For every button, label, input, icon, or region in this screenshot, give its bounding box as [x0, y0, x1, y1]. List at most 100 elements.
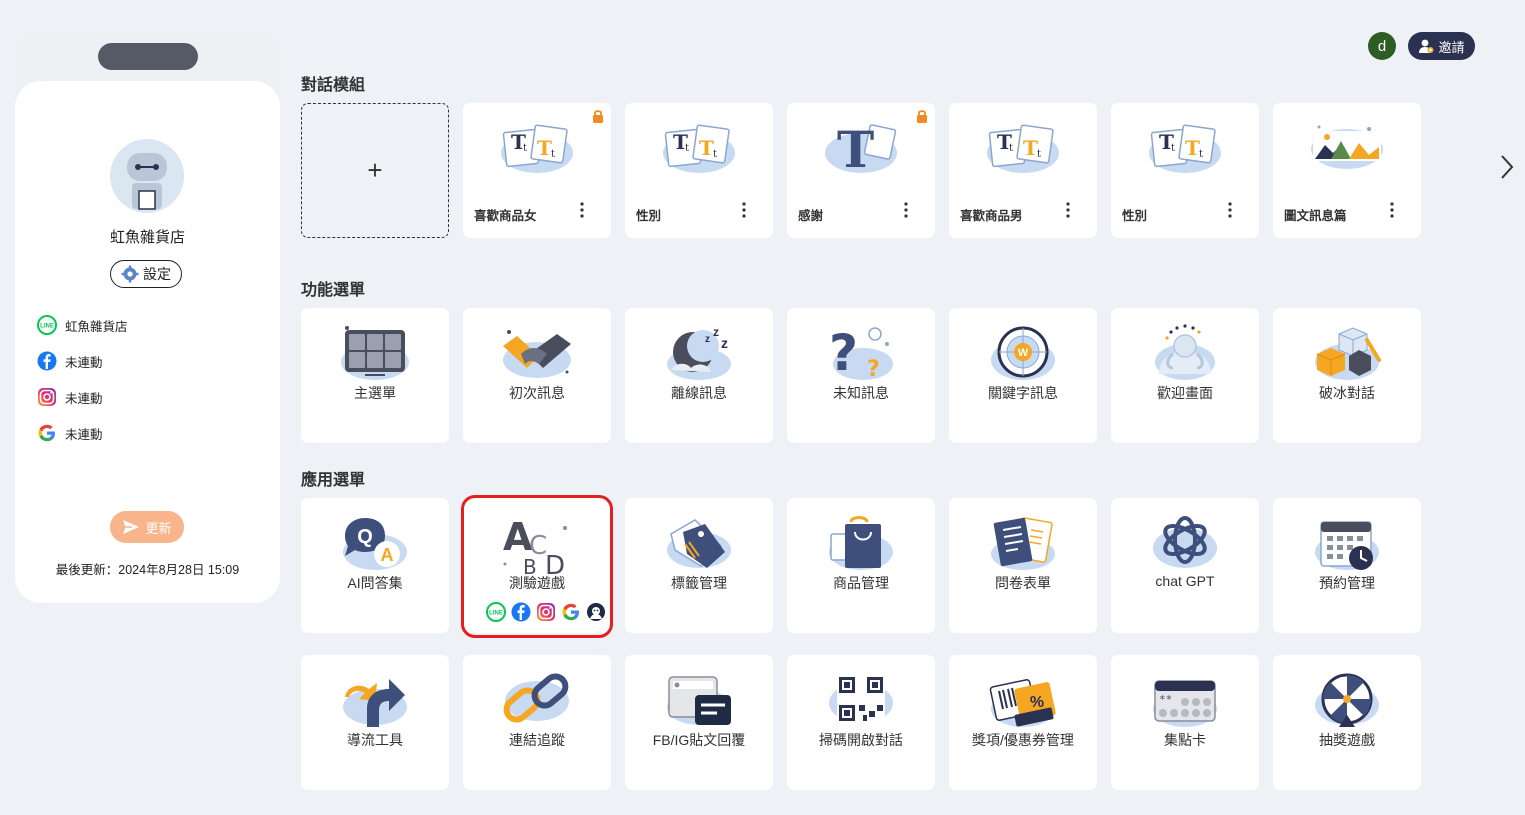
template-label: 感謝	[798, 209, 824, 223]
settings-button[interactable]: 設定	[110, 260, 182, 288]
app-label: AI問答集	[347, 575, 403, 591]
section-title-templates: 對話模組	[301, 77, 366, 94]
shopping-bag-icon	[829, 516, 893, 570]
svg-text:T: T	[837, 120, 874, 177]
more-options-button[interactable]	[735, 199, 753, 221]
svg-text:T: T	[1185, 136, 1200, 160]
svg-text:t: t	[713, 149, 717, 160]
app-label: 測驗遊戲	[509, 575, 565, 591]
function-label: 初次訊息	[509, 385, 565, 401]
svg-text:t: t	[685, 143, 689, 154]
app-label: 標籤管理	[671, 575, 727, 591]
facebook-icon	[37, 351, 57, 371]
svg-text:?: ?	[867, 357, 880, 382]
svg-text:B: B	[523, 555, 537, 574]
function-label: 歡迎畫面	[1157, 385, 1213, 401]
app-card-redirect-tool[interactable]: 導流工具	[301, 655, 449, 790]
app-card-link-tracking[interactable]: 連結追蹤	[463, 655, 611, 790]
app-card-post-reply[interactable]: FB/IG貼文回覆	[625, 655, 773, 790]
more-options-button[interactable]	[897, 199, 915, 221]
svg-text:T: T	[537, 136, 552, 160]
more-options-button[interactable]	[1221, 199, 1239, 221]
keyword-target-icon: W	[991, 326, 1055, 380]
invite-button[interactable]: 邀請	[1408, 32, 1475, 60]
template-card[interactable]: T T t t 喜歡商品男	[949, 103, 1097, 238]
channel-google: 未連動	[37, 423, 103, 443]
chain-link-icon	[503, 673, 569, 723]
gear-icon	[121, 265, 139, 283]
function-card-offline[interactable]: z z z 離線訊息	[625, 308, 773, 443]
abcd-quiz-icon: A C B D	[503, 515, 567, 574]
svg-text:z: z	[721, 335, 728, 351]
app-card-coupon[interactable]: % 獎項/優惠券管理	[949, 655, 1097, 790]
app-label: 問卷表單	[995, 575, 1051, 591]
template-card[interactable]: 圖文訊息篇	[1273, 103, 1421, 238]
point-card-icon: **	[1153, 680, 1217, 727]
text-template-icon: T T t t	[1149, 124, 1221, 173]
moon-sleep-icon: z z z	[667, 325, 731, 380]
template-card[interactable]: T T t t 性別	[1111, 103, 1259, 238]
channel-label: 未連動	[65, 391, 103, 406]
lock-icon	[917, 110, 927, 123]
function-card-main-menu[interactable]: 主選單	[301, 308, 449, 443]
instagram-icon	[537, 603, 555, 621]
text-template-icon: T T t t	[501, 124, 573, 173]
add-user-icon	[1419, 39, 1434, 53]
app-card-lottery-game[interactable]: 抽獎遊戲	[1273, 655, 1421, 790]
app-card-survey-form[interactable]: 問卷表單	[949, 498, 1097, 633]
function-card-icebreaker[interactable]: 破冰對話	[1273, 308, 1421, 443]
function-label: 離線訊息	[671, 385, 727, 401]
app-card-reservation[interactable]: 預約管理	[1273, 498, 1421, 633]
app-card-point-card[interactable]: ** 集點卡	[1111, 655, 1259, 790]
calendar-clock-icon	[1315, 521, 1379, 570]
bot-avatar	[110, 139, 184, 213]
app-card-ai-qa[interactable]: Q A AI問答集	[301, 498, 449, 633]
function-label: 未知訊息	[833, 385, 889, 401]
qr-code-icon	[829, 675, 893, 723]
more-options-button[interactable]	[573, 199, 591, 221]
prize-wheel-icon	[1315, 673, 1379, 727]
template-card[interactable]: T 感謝	[787, 103, 935, 238]
svg-text:T: T	[699, 136, 714, 160]
app-label: 導流工具	[347, 732, 403, 748]
app-card-chat-gpt[interactable]: chat GPT	[1111, 498, 1259, 633]
google-icon	[562, 603, 579, 621]
app-card-tag-management[interactable]: 標籤管理	[625, 498, 773, 633]
qa-bubble-icon: Q A	[343, 518, 407, 570]
app-card-product-management[interactable]: 商品管理	[787, 498, 935, 633]
template-card[interactable]: T T t t 性別	[625, 103, 773, 238]
add-template-button[interactable]: +	[301, 103, 449, 238]
function-card-first-message[interactable]: 初次訊息	[463, 308, 611, 443]
function-label: 關鍵字訊息	[988, 385, 1058, 401]
more-options-button[interactable]	[1059, 199, 1077, 221]
channel-label: 未連動	[65, 427, 103, 442]
robot-icon	[127, 153, 167, 210]
user-avatar[interactable]: d	[1368, 32, 1396, 60]
svg-text:W: W	[1018, 347, 1029, 359]
app-card-quiz-game[interactable]: A C B D 測驗遊戲 LINE	[463, 498, 611, 633]
settings-label: 設定	[143, 266, 171, 282]
template-label: 性別	[636, 209, 662, 223]
svg-text:t: t	[523, 143, 527, 154]
update-button[interactable]: 更新	[110, 511, 184, 543]
channel-line: LINE 虹魚雜貨店	[37, 315, 128, 335]
function-label: 主選單	[354, 385, 396, 401]
more-vertical-icon	[580, 202, 584, 218]
template-label: 喜歡商品男	[960, 209, 1023, 223]
template-label: 圖文訊息篇	[1284, 209, 1347, 223]
post-reply-icon	[667, 676, 731, 725]
question-mark-icon: ? ?	[829, 324, 893, 382]
template-card[interactable]: T T t t 喜歡商品女	[463, 103, 611, 238]
template-label: 性別	[1122, 209, 1148, 223]
function-card-keyword[interactable]: W 關鍵字訊息	[949, 308, 1097, 443]
app-card-qr-scan[interactable]: 掃碼開啟對話	[787, 655, 935, 790]
function-card-welcome[interactable]: 歡迎畫面	[1111, 308, 1259, 443]
function-card-unknown[interactable]: ? ? 未知訊息	[787, 308, 935, 443]
svg-text:Q: Q	[357, 526, 373, 548]
update-label: 更新	[145, 520, 172, 536]
app-label: 預約管理	[1319, 575, 1375, 591]
redirect-arrow-icon	[343, 679, 407, 727]
svg-text:t: t	[1037, 149, 1041, 160]
more-options-button[interactable]	[1383, 199, 1401, 221]
chevron-right-icon[interactable]	[1496, 152, 1518, 182]
